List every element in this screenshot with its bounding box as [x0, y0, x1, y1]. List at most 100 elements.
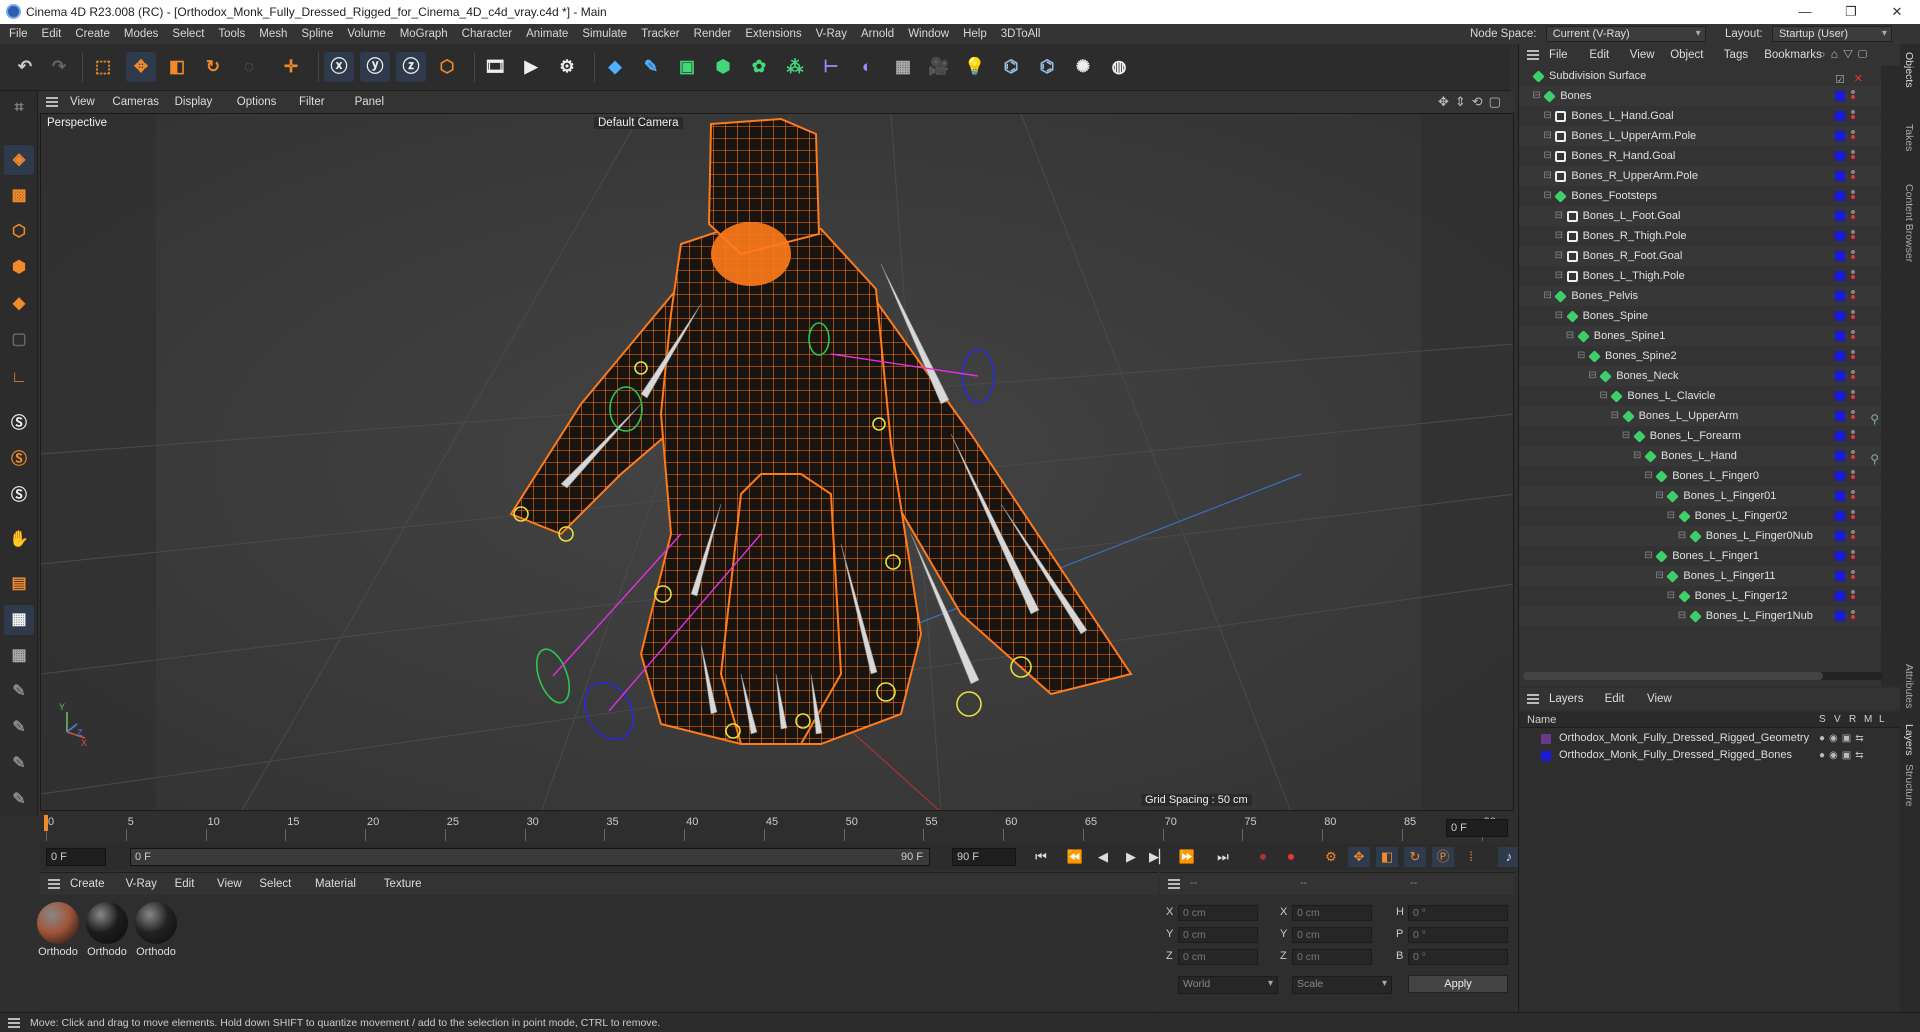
- object-row[interactable]: ⊟ Bones_L_Thigh.Pole: [1519, 266, 1881, 286]
- floor-grid-icon[interactable]: ▤: [4, 569, 34, 599]
- node-space-dropdown[interactable]: Current (V-Ray): [1545, 25, 1706, 42]
- object-menu-icon[interactable]: [1527, 50, 1539, 60]
- menu-modes[interactable]: Modes: [117, 24, 166, 44]
- uv-mode-icon[interactable]: ▢: [4, 325, 34, 355]
- minimize-button[interactable]: —: [1782, 0, 1828, 24]
- undo-icon[interactable]: ↶: [10, 52, 40, 82]
- menu-window[interactable]: Window: [901, 24, 956, 44]
- layer-color-tag[interactable]: [1835, 151, 1845, 161]
- visibility-dots[interactable]: [1851, 490, 1855, 502]
- visibility-dots[interactable]: [1851, 150, 1855, 162]
- object-row[interactable]: ⊟ Bones_L_Foot.Goal: [1519, 206, 1881, 226]
- floor-icon[interactable]: ▦: [888, 52, 918, 82]
- tree-expand-icon[interactable]: ⊟: [1611, 406, 1619, 426]
- object-tree[interactable]: Subdivision Surface ☑ ✕ ⊟ Bones ⊟ Bones_L_Hand…: [1519, 66, 1881, 686]
- object-row[interactable]: ⊟ Bones_L_UpperArm ⚲: [1519, 406, 1881, 426]
- menu-mesh[interactable]: Mesh: [252, 24, 294, 44]
- visibility-dots[interactable]: [1851, 550, 1855, 562]
- object-row[interactable]: ⊟ Bones_R_UpperArm.Pole: [1519, 166, 1881, 186]
- render-picture-viewer-icon[interactable]: ▶: [516, 52, 546, 82]
- coordinates-menu-icon[interactable]: [1168, 879, 1180, 889]
- next-frame-icon[interactable]: ▶▏: [1148, 847, 1170, 867]
- scale-mode-dropdown[interactable]: Scale: [1292, 976, 1392, 994]
- live-selection-icon[interactable]: ⬚: [88, 52, 118, 82]
- object-scrollbar[interactable]: ▾: [1881, 66, 1901, 697]
- layer-color-tag[interactable]: [1835, 131, 1845, 141]
- material-menu-texture[interactable]: Texture: [384, 873, 422, 895]
- tweak-mode-icon[interactable]: ✋: [4, 525, 34, 555]
- menu-select[interactable]: Select: [165, 24, 211, 44]
- side-tab-takes[interactable]: Takes: [1903, 124, 1915, 151]
- deformer-icon[interactable]: ⊢: [816, 52, 846, 82]
- move-tool-icon[interactable]: ✥: [126, 52, 156, 82]
- tree-expand-icon[interactable]: ⊟: [1667, 506, 1675, 526]
- tree-expand-icon[interactable]: ⊟: [1566, 326, 1574, 346]
- material-menu-edit[interactable]: Edit: [175, 873, 195, 895]
- tree-expand-icon[interactable]: ⊟: [1667, 586, 1675, 606]
- visibility-dots[interactable]: [1851, 110, 1855, 122]
- visibility-dots[interactable]: [1851, 590, 1855, 602]
- tree-expand-icon[interactable]: ⊟: [1555, 226, 1563, 246]
- tree-expand-icon[interactable]: ⊟: [1543, 166, 1551, 186]
- visibility-dots[interactable]: [1851, 450, 1855, 462]
- layer-color-tag[interactable]: [1835, 351, 1845, 361]
- viewport-menu-filter[interactable]: Filter: [299, 91, 325, 113]
- visibility-dots[interactable]: [1851, 370, 1855, 382]
- visibility-dots[interactable]: [1851, 510, 1855, 522]
- object-row[interactable]: ⊟ Bones_L_Hand ⚲: [1519, 446, 1881, 466]
- render-settings-icon[interactable]: ⚙: [552, 52, 582, 82]
- layer-color-tag[interactable]: [1835, 471, 1845, 481]
- object-row[interactable]: ⊟ Bones_L_Finger02: [1519, 506, 1881, 526]
- tree-expand-icon[interactable]: ⊟: [1555, 246, 1563, 266]
- visibility-dots[interactable]: [1851, 430, 1855, 442]
- visibility-dots[interactable]: [1851, 290, 1855, 302]
- status-menu-icon[interactable]: [8, 1018, 20, 1028]
- tree-expand-icon[interactable]: ⊟: [1655, 486, 1663, 506]
- rotation-field[interactable]: 0 °: [1408, 949, 1508, 965]
- workplane-icon[interactable]: ∟: [4, 363, 34, 393]
- layer-color-tag[interactable]: [1835, 231, 1845, 241]
- scale-tool-icon[interactable]: ◧: [162, 52, 192, 82]
- key-pla-icon[interactable]: ⁞: [1460, 847, 1482, 867]
- key-parameter-icon[interactable]: Ⓟ: [1432, 847, 1454, 867]
- next-key-icon[interactable]: ⏩: [1176, 847, 1198, 867]
- playhead[interactable]: [44, 815, 48, 831]
- layer-toggle-icons[interactable]: ●◉▣⇆: [1819, 747, 1868, 764]
- object-row[interactable]: ⊟ Bones_R_Thigh.Pole: [1519, 226, 1881, 246]
- extrude-generator-icon[interactable]: ⬢: [708, 52, 738, 82]
- object-menu-bookmarks[interactable]: Bookmarks: [1764, 44, 1822, 66]
- visibility-dots[interactable]: [1851, 330, 1855, 342]
- object-row[interactable]: ⊟ Bones_R_Hand.Goal: [1519, 146, 1881, 166]
- tree-expand-icon[interactable]: ⊟: [1543, 286, 1551, 306]
- layer-color-tag[interactable]: [1835, 251, 1845, 261]
- visibility-dots[interactable]: [1851, 470, 1855, 482]
- layer-color-tag[interactable]: [1835, 311, 1845, 321]
- tree-expand-icon[interactable]: ⊟: [1644, 546, 1652, 566]
- material-menu-material[interactable]: Material: [315, 873, 356, 895]
- viewport-menu-panel[interactable]: Panel: [355, 91, 384, 113]
- object-row[interactable]: ⊟ Bones: [1519, 86, 1881, 106]
- menu-help[interactable]: Help: [956, 24, 994, 44]
- rotation-field[interactable]: 0 °: [1408, 905, 1508, 921]
- menu-spline[interactable]: Spline: [294, 24, 340, 44]
- menu-create[interactable]: Create: [68, 24, 117, 44]
- range-slider[interactable]: 0 F 90 F: [130, 848, 930, 866]
- layer-color-tag[interactable]: [1835, 211, 1845, 221]
- menu-arnold[interactable]: Arnold: [854, 24, 901, 44]
- mograph-cloner-icon[interactable]: ✿: [744, 52, 774, 82]
- layer-color-tag[interactable]: [1835, 491, 1845, 501]
- object-row[interactable]: ⊟ Bones_Neck: [1519, 366, 1881, 386]
- object-row[interactable]: ⊟ Bones_L_Finger11: [1519, 566, 1881, 586]
- tree-expand-icon[interactable]: ⊟: [1543, 126, 1551, 146]
- visibility-dots[interactable]: [1851, 250, 1855, 262]
- object-row[interactable]: ⊟ Bones_Spine: [1519, 306, 1881, 326]
- spline-pen-icon[interactable]: ✎: [636, 52, 666, 82]
- play-icon[interactable]: ▶: [1120, 847, 1142, 867]
- layer-row[interactable]: Orthodox_Monk_Fully_Dressed_Rigged_Geome…: [1519, 730, 1901, 747]
- object-row[interactable]: ⊟ Bones_L_Hand.Goal: [1519, 106, 1881, 126]
- menu-3dtoall[interactable]: 3DToAll: [994, 24, 1048, 44]
- visibility-dots[interactable]: [1851, 190, 1855, 202]
- tree-expand-icon[interactable]: ⊟: [1678, 526, 1686, 546]
- viewport-menu-options[interactable]: Options: [237, 91, 277, 113]
- tree-expand-icon[interactable]: ⊟: [1555, 206, 1563, 226]
